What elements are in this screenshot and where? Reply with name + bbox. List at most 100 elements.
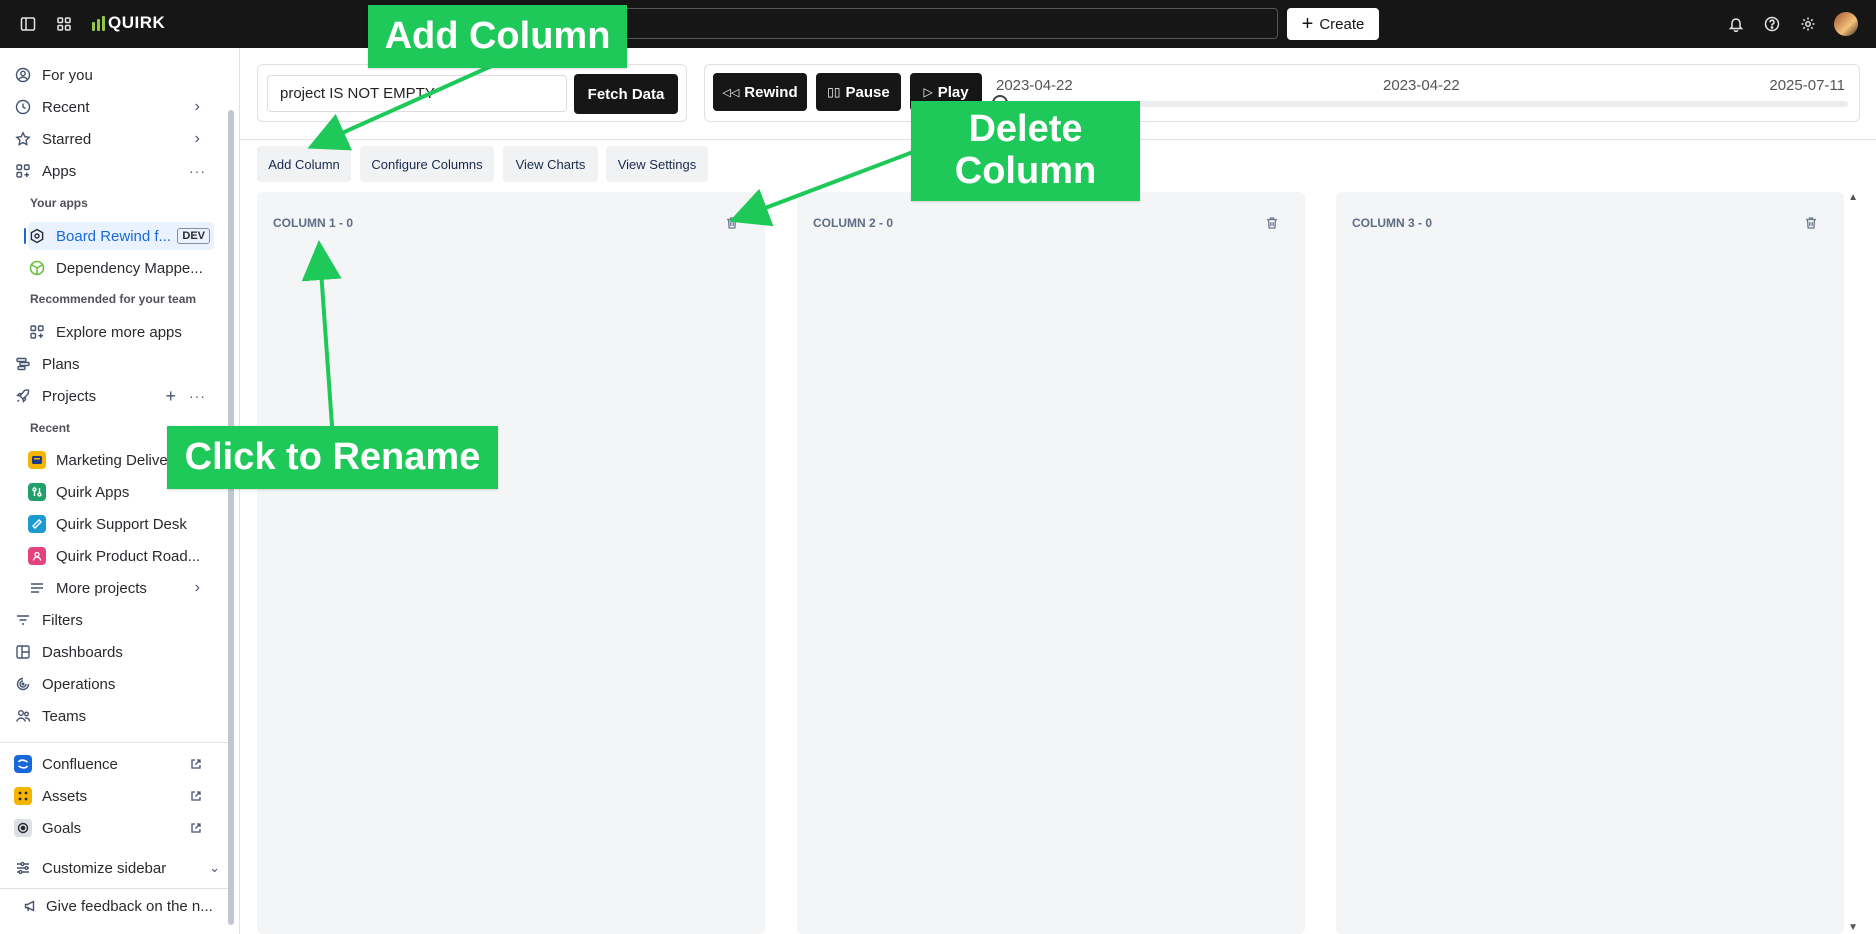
logo-text: QUIRK (108, 13, 166, 32)
sidebar-item-customize[interactable]: Customize sidebar ⌄ (14, 854, 220, 882)
roadmap-project-icon (28, 547, 46, 565)
column-title[interactable]: COLUMN 2 - 0 (813, 216, 893, 230)
sidebar-item-label: Teams (42, 707, 87, 725)
list-icon (28, 579, 46, 597)
jql-query-input[interactable] (267, 75, 567, 112)
play-icon: ▷ (923, 85, 933, 99)
create-button[interactable]: + Create (1287, 8, 1379, 40)
search-input[interactable] (520, 8, 1278, 39)
sidebar-item-label: Board Rewind f... (56, 227, 172, 245)
sidebar-item-board-rewind[interactable]: Board Rewind f... DEV (28, 222, 214, 250)
fetch-data-button[interactable]: Fetch Data (574, 74, 678, 114)
view-charts-button[interactable]: View Charts (503, 146, 598, 182)
pause-button-label: Pause (845, 83, 890, 101)
sidebar-item-confluence[interactable]: Confluence (14, 750, 214, 778)
sidebar-item-more-projects[interactable]: More projects › (28, 574, 214, 602)
quirk-logo[interactable]: QUIRK (92, 13, 165, 33)
notifications-bell-icon[interactable] (1726, 14, 1746, 34)
sidebar-item-label: Starred (42, 130, 92, 148)
sidebar-item-dashboards[interactable]: Dashboards (14, 638, 214, 666)
rewind-button-label: Rewind (744, 83, 798, 101)
rewind-button[interactable]: ◁◁ Rewind (713, 73, 807, 111)
settings-gear-icon[interactable] (1798, 14, 1818, 34)
board-column: COLUMN 1 - 0 (257, 192, 765, 934)
sidebar-item-label: Explore more apps (56, 323, 182, 341)
sidebar-scrollbar[interactable] (228, 110, 234, 925)
timeline-end-date: 2025-07-11 (1769, 77, 1845, 94)
configure-columns-button[interactable]: Configure Columns (360, 146, 494, 182)
dev-badge: DEV (177, 228, 210, 244)
sidebar-item-filters[interactable]: Filters (14, 606, 214, 634)
trash-icon[interactable] (1804, 216, 1818, 230)
marketing-project-icon (28, 451, 46, 469)
sidebar-divider (0, 888, 228, 889)
sidebar-item-recent[interactable]: Recent › (14, 93, 214, 121)
chevron-right-icon[interactable]: › (195, 98, 200, 116)
sidebar-item-label: Quirk Support Desk (56, 515, 187, 533)
rocket-icon (14, 387, 32, 405)
sidebar-item-goals[interactable]: Goals (14, 814, 214, 842)
apps-grid-icon (28, 323, 46, 341)
rewind-player-panel: ◁◁ Rewind ▯▯ Pause ▷ Play 2023-04-22 202… (704, 64, 1860, 122)
sidebar-item-label: More projects (56, 579, 147, 597)
sidebar-item-operations[interactable]: Operations (14, 670, 214, 698)
external-link-icon (191, 791, 201, 801)
more-options-icon[interactable]: ··· (189, 388, 206, 404)
sidebar-item-teams[interactable]: Teams (14, 702, 214, 730)
trash-icon[interactable] (725, 216, 739, 230)
sidebar-item-for-you[interactable]: For you (14, 61, 214, 89)
sidebar-item-label: Quirk Apps (56, 483, 130, 501)
scroll-down-arrow-icon[interactable]: ▼ (1848, 922, 1858, 933)
sidebar-item-explore-apps[interactable]: Explore more apps (28, 318, 214, 346)
callout-delete-column: Delete Column (911, 101, 1140, 201)
top-navigation-bar: QUIRK + Create (0, 0, 1876, 48)
more-options-icon[interactable]: ··· (189, 163, 206, 179)
sidebar-item-starred[interactable]: Starred › (14, 125, 214, 153)
sidebar-toggle-icon[interactable] (18, 14, 38, 34)
chevron-right-icon[interactable]: › (195, 579, 200, 597)
help-icon[interactable] (1762, 14, 1782, 34)
sidebar-item-project-roadmap[interactable]: Quirk Product Road... (28, 542, 214, 570)
goals-target-icon (14, 819, 32, 837)
board-column: COLUMN 3 - 0 (1336, 192, 1844, 934)
scroll-up-arrow-icon[interactable]: ▲ (1848, 192, 1858, 203)
sidebar-item-label: Plans (42, 355, 80, 373)
callout-add-column: Add Column (368, 5, 627, 68)
recent-projects-heading: Recent (30, 421, 71, 435)
column-title[interactable]: COLUMN 1 - 0 (273, 216, 353, 230)
active-item-indicator (24, 228, 26, 244)
pause-button[interactable]: ▯▯ Pause (816, 73, 901, 111)
sidebar-item-feedback[interactable]: Give feedback on the n... (22, 892, 222, 920)
sidebar-item-label: Assets (42, 787, 88, 805)
your-apps-heading: Your apps (30, 196, 88, 210)
chevron-right-icon[interactable]: › (195, 130, 200, 148)
sliders-icon (14, 859, 32, 877)
megaphone-icon (22, 897, 40, 915)
sidebar-item-projects[interactable]: Projects + ··· (14, 382, 214, 410)
sidebar-item-label: Marketing Delive (56, 451, 168, 469)
star-icon (14, 130, 32, 148)
add-column-button[interactable]: Add Column (257, 146, 351, 182)
column-title[interactable]: COLUMN 3 - 0 (1352, 216, 1432, 230)
add-project-icon[interactable]: + (165, 386, 176, 407)
create-button-label: Create (1319, 15, 1365, 33)
sidebar-item-label: Operations (42, 675, 116, 693)
app-switcher-icon[interactable] (54, 14, 74, 34)
sidebar-item-plans[interactable]: Plans (14, 350, 214, 378)
sidebar-item-label: Customize sidebar (42, 859, 167, 877)
sidebar-item-assets[interactable]: Assets (14, 782, 214, 810)
chevron-down-icon[interactable]: ⌄ (209, 860, 220, 876)
recommended-heading: Recommended for your team (30, 292, 197, 306)
support-desk-project-icon (28, 515, 46, 533)
timeline-start-date: 2023-04-22 (1383, 77, 1460, 94)
timeline-current-date: 2023-04-22 (996, 77, 1073, 94)
sidebar-item-apps[interactable]: Apps ··· (14, 157, 214, 185)
view-settings-button[interactable]: View Settings (606, 146, 708, 182)
sidebar-item-label: Dashboards (42, 643, 123, 661)
trash-icon[interactable] (1265, 216, 1279, 230)
sidebar-item-project-support-desk[interactable]: Quirk Support Desk (28, 510, 214, 538)
user-avatar[interactable] (1834, 12, 1858, 36)
plus-icon: + (1301, 13, 1314, 35)
sidebar: For you Recent › Starred › Apps ··· Your… (0, 48, 240, 934)
sidebar-item-dependency-mapper[interactable]: Dependency Mappe... (28, 254, 214, 282)
